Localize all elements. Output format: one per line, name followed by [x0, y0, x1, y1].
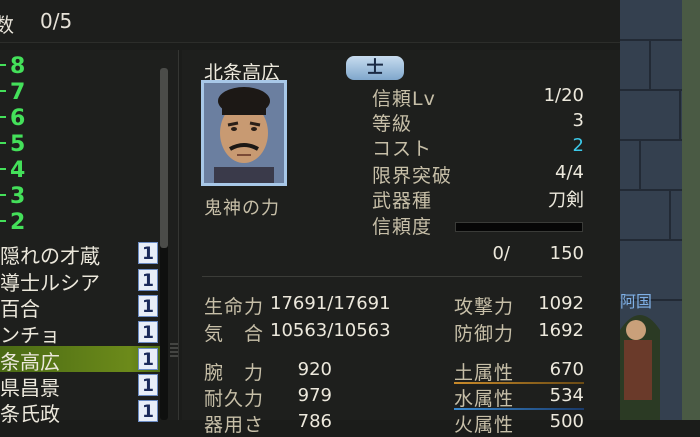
- trust-current: 0/: [492, 243, 510, 264]
- top-bar-label: 数: [0, 13, 14, 37]
- grade-value: 3: [572, 110, 584, 131]
- spirit-value: 10563/10563: [270, 320, 391, 341]
- earth-attribute-label: 土属性: [454, 362, 515, 384]
- earth-attribute-value: 670: [549, 359, 584, 380]
- water-attribute-value: 534: [549, 385, 584, 406]
- level-number: 6: [10, 106, 26, 131]
- character-list-item[interactable]: 条氏政 1: [0, 398, 162, 426]
- level-number: 7: [10, 80, 26, 105]
- character-list-item[interactable]: 隠れの才蔵 1: [0, 240, 162, 268]
- level-number: 3: [10, 184, 26, 209]
- limit-break-label: 限界突破: [372, 165, 453, 187]
- cost-label: コスト: [372, 138, 433, 160]
- dexterity-value: 786: [297, 411, 332, 432]
- level-number: 2: [10, 210, 26, 235]
- character-list-item[interactable]: 県昌景 1: [0, 372, 162, 400]
- fire-attribute-value: 500: [549, 411, 584, 432]
- count-badge: 1: [138, 242, 158, 264]
- trust-level-label: 信頼Lv: [372, 88, 436, 110]
- character-name: 条氏政: [0, 402, 60, 426]
- trust-level-value: 1/20: [543, 85, 584, 106]
- count-badge: 1: [138, 374, 158, 396]
- strength-value: 920: [297, 359, 332, 380]
- trust-max: 150: [549, 243, 584, 264]
- character-name: 県昌景: [0, 376, 60, 400]
- character-list-item[interactable]: ンチョ 1: [0, 319, 162, 347]
- map-label: 阿国: [620, 292, 653, 311]
- samurai-portrait-image: [204, 83, 284, 183]
- strength-label: 腕 力: [204, 362, 265, 384]
- level-number: 8: [10, 54, 26, 79]
- hp-value: 17691/17691: [270, 293, 391, 314]
- defense-label: 防御力: [454, 323, 515, 345]
- cost-value: 2: [572, 135, 584, 156]
- trust-label: 信頼度: [372, 216, 433, 238]
- grade-label: 等級: [372, 113, 413, 135]
- spirit-label: 気 合: [204, 323, 265, 345]
- character-list-item[interactable]: 百合 1: [0, 293, 162, 321]
- character-name: 条高広: [0, 350, 60, 374]
- character-portrait: [201, 80, 287, 186]
- list-scrollbar[interactable]: [160, 68, 168, 420]
- count-badge: 1: [138, 295, 158, 317]
- hp-label: 生命力: [204, 296, 265, 318]
- weapon-type-label: 武器種: [372, 190, 433, 212]
- endurance-value: 979: [297, 385, 332, 406]
- attack-value: 1092: [538, 293, 584, 314]
- collection-count: 0/5: [40, 9, 73, 33]
- endurance-label: 耐久力: [204, 388, 265, 410]
- weapon-type-value: 刀剣: [548, 190, 584, 211]
- top-bar: 数 0/5: [0, 0, 620, 43]
- skill-name: 鬼神の力: [204, 198, 280, 219]
- fire-attribute-label: 火属性: [454, 414, 515, 436]
- background-scene: 阿国: [620, 0, 700, 420]
- trust-progress-bar: [455, 222, 583, 232]
- level-number: 5: [10, 132, 26, 157]
- water-attribute-label: 水属性: [454, 388, 515, 410]
- count-badge: 1: [138, 321, 158, 343]
- limit-break-value: 4/4: [555, 162, 584, 183]
- dexterity-label: 器用さ: [204, 414, 265, 436]
- character-list-item[interactable]: 導士ルシア 1: [0, 267, 162, 295]
- scrollbar-thumb[interactable]: [160, 68, 168, 248]
- character-name: 百合: [0, 297, 40, 321]
- count-badge: 1: [138, 348, 158, 370]
- character-name: ンチョ: [0, 323, 60, 347]
- attack-label: 攻撃力: [454, 296, 515, 318]
- divider: [202, 276, 582, 277]
- count-badge: 1: [138, 400, 158, 422]
- character-list-item-selected[interactable]: 条高広 1: [0, 346, 162, 374]
- level-number: 4: [10, 158, 26, 183]
- character-name: 導士ルシア: [0, 271, 100, 295]
- castle-wall-image: [620, 0, 700, 420]
- character-name: 隠れの才蔵: [0, 244, 100, 268]
- scroll-position-icon: [170, 343, 178, 357]
- count-badge: 1: [138, 269, 158, 291]
- rank-badge: 士: [346, 56, 404, 80]
- defense-value: 1692: [538, 320, 584, 341]
